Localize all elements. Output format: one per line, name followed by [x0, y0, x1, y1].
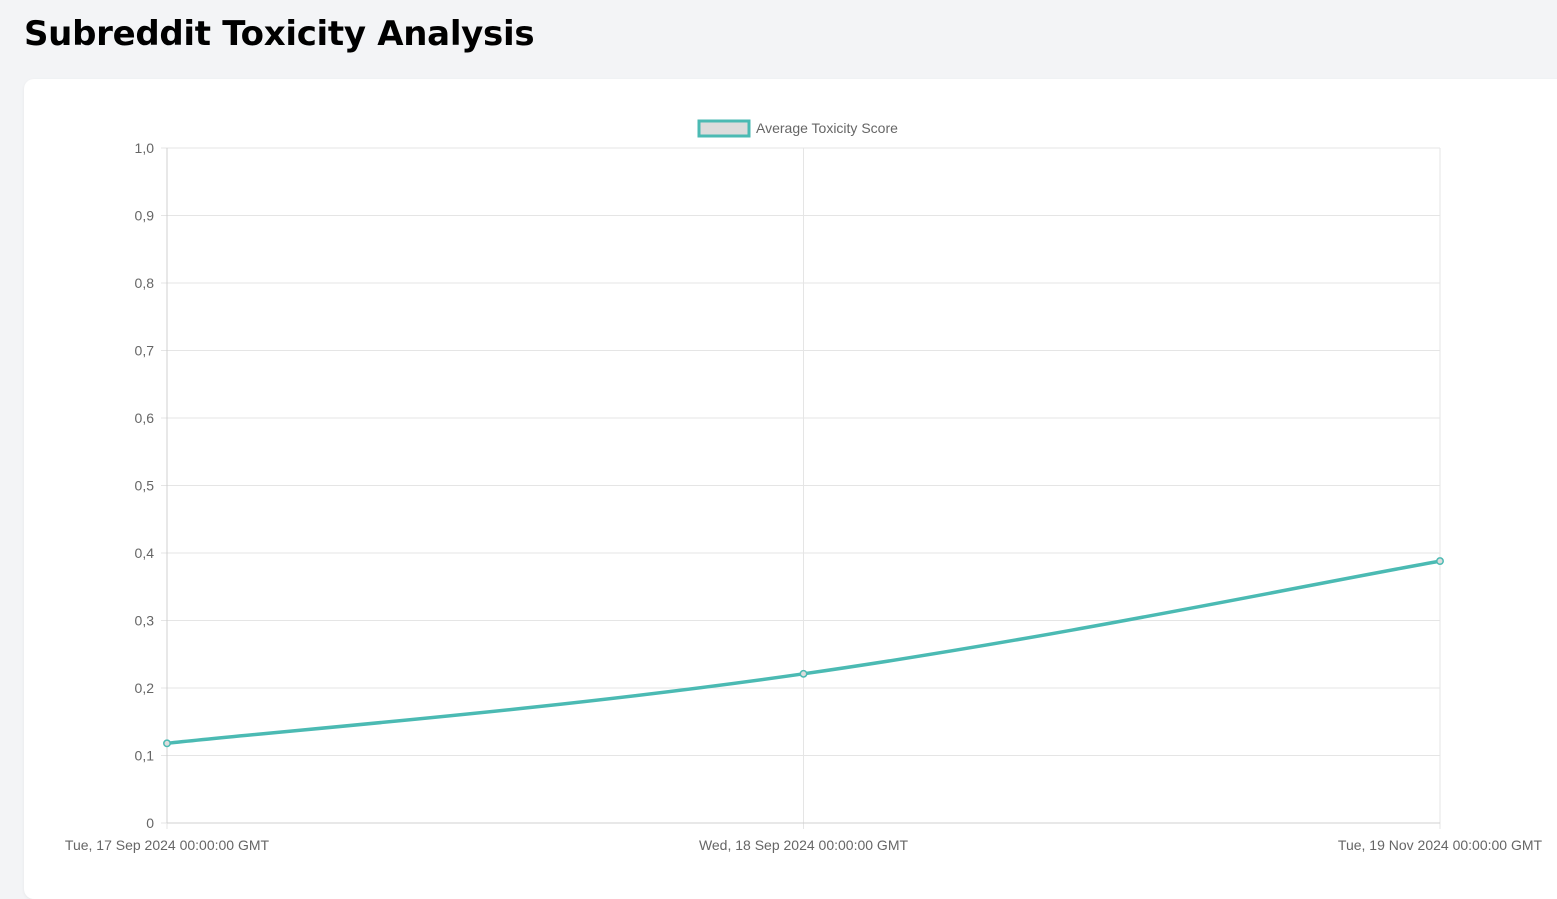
legend[interactable]: Average Toxicity Score — [697, 119, 898, 138]
y-tick-label: 0 — [146, 815, 154, 831]
legend-swatch[interactable] — [697, 119, 751, 138]
y-tick-label: 0,8 — [135, 275, 155, 291]
x-tick-label: Tue, 17 Sep 2024 00:00:00 GMT — [65, 837, 270, 853]
y-tick-label: 0,3 — [135, 613, 155, 629]
legend-label[interactable]: Average Toxicity Score — [756, 120, 898, 136]
y-tick-label: 0,1 — [135, 748, 155, 764]
y-tick-label: 0,2 — [135, 680, 155, 696]
y-tick-label: 1,0 — [135, 140, 155, 156]
y-tick-label: 0,9 — [135, 208, 155, 224]
line-chart: 0 0,1 0,2 0,3 0,4 0,5 0,6 0,7 0,8 0,9 1,0 Tue, 17 … — [65, 119, 1543, 853]
y-tick-label: 0,5 — [135, 478, 155, 494]
data-point[interactable] — [163, 739, 171, 748]
x-tick-labels: Tue, 17 Sep 2024 00:00:00 GMT Wed, 18 Sep… — [65, 837, 1543, 853]
data-point[interactable] — [799, 669, 808, 678]
y-tick-label: 0,7 — [135, 343, 155, 359]
y-tick-label: 0,6 — [135, 410, 155, 426]
x-tick-label: Tue, 19 Nov 2024 00:00:00 GMT — [1338, 837, 1543, 853]
y-tick-label: 0,4 — [135, 545, 155, 561]
y-tick-labels: 0 0,1 0,2 0,3 0,4 0,5 0,6 0,7 0,8 0,9 1,0 — [135, 140, 155, 831]
data-point[interactable] — [1436, 557, 1444, 566]
x-tick-label: Wed, 18 Sep 2024 00:00:00 GMT — [699, 837, 909, 853]
